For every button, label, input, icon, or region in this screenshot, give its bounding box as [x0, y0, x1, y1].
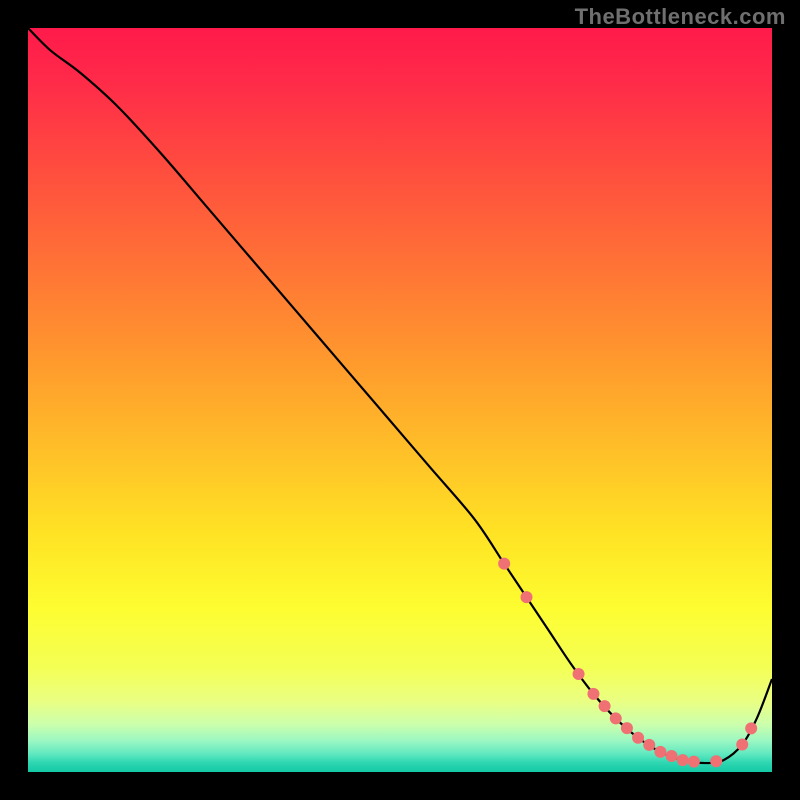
highlight-point — [610, 712, 622, 724]
highlight-point — [643, 739, 655, 751]
chart-stage: TheBottleneck.com — [0, 0, 800, 800]
highlight-point — [677, 754, 689, 766]
highlight-point — [745, 722, 757, 734]
chart-svg — [28, 28, 772, 772]
highlight-point — [573, 668, 585, 680]
highlight-point — [498, 558, 510, 570]
highlight-point — [632, 732, 644, 744]
highlight-point — [710, 755, 722, 767]
highlight-point — [621, 722, 633, 734]
chart-background — [28, 28, 772, 772]
highlight-point — [736, 738, 748, 750]
highlight-point — [599, 700, 611, 712]
highlight-point — [520, 591, 532, 603]
highlight-point — [666, 750, 678, 762]
highlight-point — [587, 688, 599, 700]
watermark-text: TheBottleneck.com — [575, 4, 786, 30]
highlight-point — [654, 746, 666, 758]
highlight-point — [688, 756, 700, 768]
